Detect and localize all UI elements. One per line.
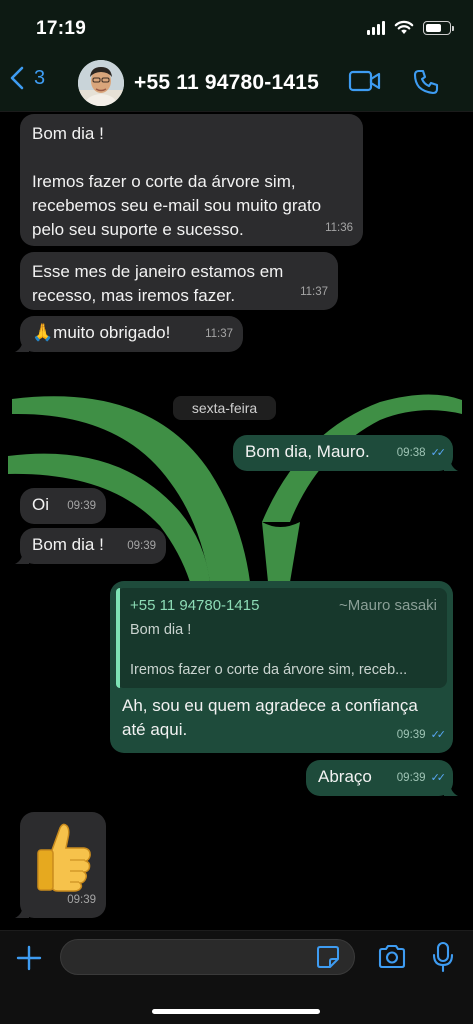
back-button[interactable]: 3 [10, 66, 45, 90]
unread-count: 3 [34, 66, 46, 89]
bubble-tail [15, 550, 29, 564]
composer-bar [0, 930, 473, 1024]
read-receipt-icon: ✓✓ [430, 729, 447, 741]
message-bubble-outgoing[interactable]: Bom dia, Mauro. 09:38 ✓✓ [233, 435, 458, 471]
date-separator: sexta-feira [173, 396, 276, 420]
read-receipt-icon: ✓✓ [430, 447, 447, 459]
message-list[interactable]: Bom dia ! Iremos fazer o corte da árvore… [0, 112, 473, 930]
wifi-icon [394, 20, 414, 34]
message-text: 🙏muito obrigado! [32, 323, 171, 342]
message-time: 09:39 [67, 500, 96, 512]
quoted-sender-number: +55 11 94780-1415 [130, 597, 260, 614]
camera-icon[interactable] [377, 944, 407, 970]
message-bubble-incoming[interactable]: 🙏muito obrigado! 11:37 [15, 316, 243, 352]
quoted-message[interactable]: +55 11 94780-1415 ~Mauro sasaki Bom dia … [116, 588, 447, 688]
message-text: Esse mes de janeiro estamos em recesso, … [32, 262, 284, 305]
sticker-icon[interactable] [316, 945, 340, 969]
status-time: 17:19 [36, 18, 87, 39]
status-bar: 17:19 [0, 0, 473, 52]
microphone-icon[interactable] [432, 941, 454, 973]
read-receipt-icon: ✓✓ [430, 772, 447, 784]
home-indicator [152, 1009, 320, 1014]
message-time: 11:36 [325, 222, 353, 234]
status-icons [367, 20, 454, 35]
message-text: Bom dia ! Iremos fazer o corte da árvore… [32, 124, 322, 239]
video-call-icon[interactable] [348, 69, 382, 93]
quoted-sender-name: ~Mauro sasaki [339, 597, 437, 614]
message-time: 09:39 [67, 894, 96, 906]
avatar[interactable] [78, 60, 124, 106]
bubble-tail [15, 904, 29, 918]
contact-name[interactable]: +55 11 94780-1415 [134, 71, 319, 95]
plus-icon[interactable] [16, 945, 42, 971]
message-time: 09:39 ✓✓ [397, 766, 447, 790]
message-bubble-outgoing-reply[interactable]: +55 11 94780-1415 ~Mauro sasaki Bom dia … [110, 581, 453, 753]
message-bubble-incoming[interactable]: Bom dia ! Iremos fazer o corte da árvore… [20, 114, 363, 246]
message-time: 11:37 [300, 286, 328, 298]
message-bubble-incoming[interactable]: Oi 09:39 [20, 488, 106, 524]
message-time: 09:39 [127, 540, 156, 552]
message-bubble-incoming[interactable]: Esse mes de janeiro estamos em recesso, … [20, 252, 338, 310]
chat-header: 3 +55 11 94780-1415 [0, 52, 473, 112]
bubble-tail [444, 782, 458, 796]
message-time: 09:39 ✓✓ [397, 723, 447, 747]
phone-call-icon[interactable] [412, 68, 440, 96]
avatar-photo [78, 60, 124, 106]
quoted-text: Bom dia ! Iremos fazer o corte da árvore… [130, 622, 408, 678]
message-time: 09:38 ✓✓ [397, 441, 447, 465]
thumbs-up-icon [37, 823, 91, 892]
message-time: 11:37 [205, 328, 233, 340]
cellular-signal-icon [367, 20, 385, 35]
battery-icon [423, 20, 454, 35]
bubble-tail [15, 338, 29, 352]
message-bubble-outgoing[interactable]: Abraço 09:39 ✓✓ [306, 760, 458, 796]
message-bubble-sticker[interactable]: 09:39 [15, 812, 106, 918]
message-bubble-incoming[interactable]: Bom dia ! 09:39 [15, 528, 166, 564]
message-input[interactable] [60, 939, 355, 975]
chevron-left-icon [10, 66, 24, 90]
bubble-tail [444, 457, 458, 471]
